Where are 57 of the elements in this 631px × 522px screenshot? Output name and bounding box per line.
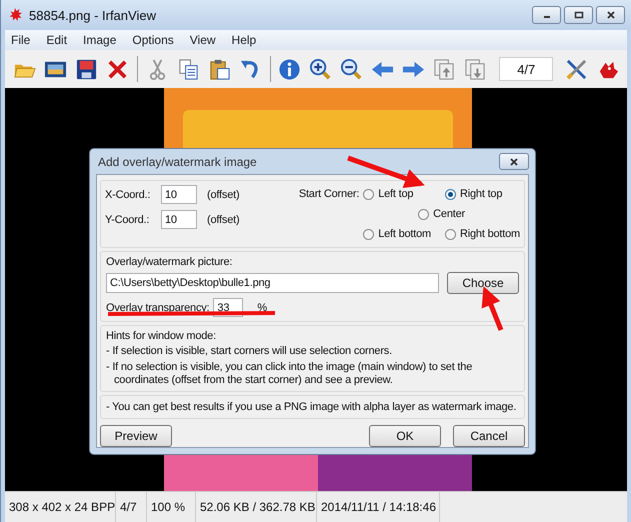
paste-icon[interactable] (208, 58, 231, 80)
menu-item[interactable]: Image (83, 33, 116, 47)
menu-item[interactable]: View (190, 33, 216, 47)
tools-icon[interactable] (565, 58, 588, 80)
field-label: Y-Coord.: (105, 214, 150, 226)
hint-text: - If no selection is visible, you can click into the image (main window) to set the coordinates (offset from the start corner) and see a preview. (106, 361, 474, 387)
hint-text: - If selection is visible, start corners will use selection corners. (106, 345, 393, 358)
menu-item[interactable]: Help (232, 33, 256, 47)
field-hint: (offset) (207, 188, 240, 200)
field-label: X-Coord.: (105, 188, 152, 200)
unit-label: % (257, 302, 267, 314)
annotation-arrow (482, 286, 504, 331)
note-text: - You can get best results if you use a PNG image with alpha layer as watermark image. (106, 401, 518, 413)
field-label: Start Corner: (298, 187, 360, 202)
field-label: Overlay transparency: (106, 302, 210, 314)
input-field[interactable]: 10 (161, 185, 197, 204)
status-cell: 52.06 KB / 362.78 KB (196, 492, 317, 522)
first-page-icon[interactable] (433, 58, 456, 80)
window-title: 58854.png - IrfanView (29, 8, 156, 22)
status-cell: 2014/11/11 / 14:18:46 (317, 492, 440, 522)
dialog-title: Add overlay/watermark image (98, 154, 257, 168)
radio-option[interactable]: Right bottom (445, 225, 520, 243)
menu-item[interactable]: Edit (46, 33, 68, 47)
status-cell: 308 x 402 x 24 BPP (5, 492, 116, 522)
preview-button[interactable]: Preview (100, 425, 172, 447)
radio-option[interactable]: Center (418, 205, 465, 223)
input-field[interactable]: 10 (161, 210, 197, 229)
field-label: Overlay/watermark picture: (106, 256, 234, 268)
save-icon[interactable] (75, 58, 98, 80)
close-button[interactable] (596, 6, 625, 24)
choose-button[interactable]: Choose (447, 272, 519, 294)
field-hint: (offset) (207, 214, 240, 226)
page-field[interactable]: 4/7 (499, 57, 553, 81)
app-logo-icon (7, 7, 23, 23)
close-icon (509, 156, 519, 166)
maximize-button[interactable] (564, 6, 593, 24)
path-field[interactable]: C:\Users\betty\Desktop\bulle1.png (106, 273, 439, 293)
zoom-out-icon[interactable] (340, 58, 364, 80)
info-icon[interactable] (278, 58, 302, 80)
radio-option[interactable]: Left top (363, 185, 432, 203)
last-page-icon[interactable] (464, 58, 488, 80)
hints-heading: Hints for window mode: (106, 330, 217, 342)
close-icon (606, 10, 616, 20)
minimize-button[interactable] (532, 6, 561, 24)
radio-option[interactable]: Left bottom (363, 225, 432, 243)
close-button[interactable] (499, 153, 529, 170)
cancel-button[interactable]: Cancel (453, 425, 525, 447)
zoom-in-icon[interactable] (309, 58, 332, 80)
menu-item[interactable]: File (11, 33, 30, 47)
copy-icon[interactable] (176, 58, 200, 80)
delete-icon[interactable] (106, 58, 129, 80)
status-cell: 100 % (147, 492, 196, 522)
radio-option[interactable]: Right top (445, 185, 520, 203)
status-cell: 4/7 (116, 492, 147, 522)
ok-button[interactable]: OK (369, 425, 441, 447)
menu-item[interactable]: Options (132, 33, 174, 47)
maximize-icon (574, 10, 584, 20)
